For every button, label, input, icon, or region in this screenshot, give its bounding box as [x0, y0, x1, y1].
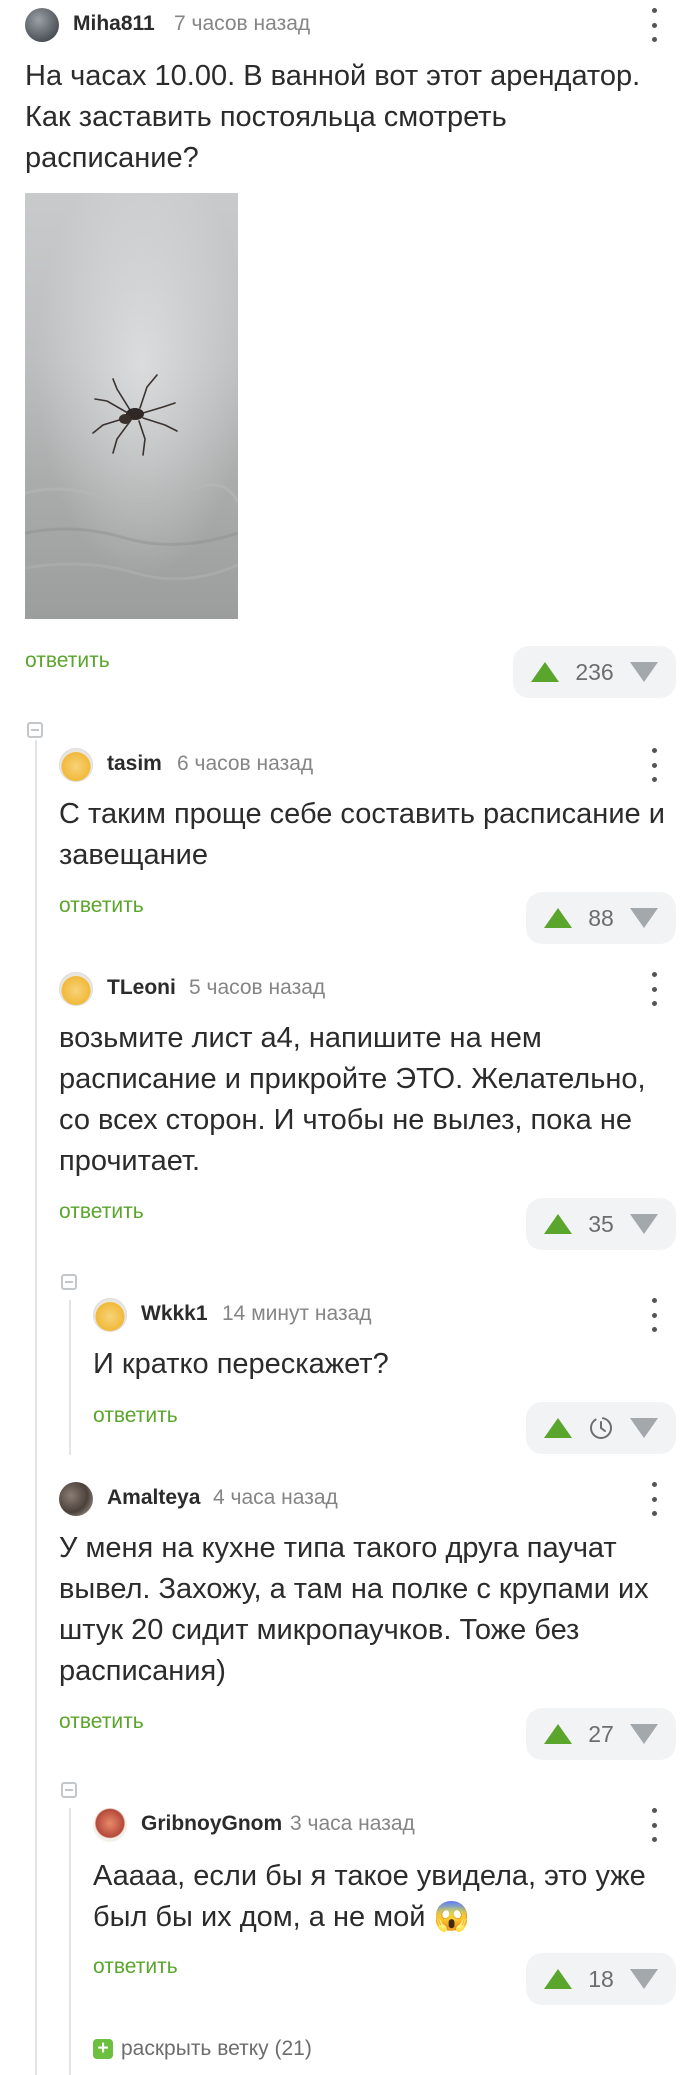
- expand-branch-button[interactable]: + раскрыть ветку (21): [93, 2037, 312, 2061]
- avatar[interactable]: [59, 1482, 93, 1516]
- downvote-icon[interactable]: [630, 1418, 658, 1438]
- avatar[interactable]: [93, 1298, 127, 1332]
- more-menu-icon[interactable]: [642, 972, 666, 1006]
- comment-time: 7 часов назад: [174, 12, 311, 35]
- score: 88: [588, 904, 614, 931]
- comment-author[interactable]: GribnoyGnom: [141, 1812, 282, 1836]
- spider-image: [25, 193, 238, 619]
- expand-branch-label: раскрыть ветку (21): [121, 2037, 312, 2060]
- vote-widget: 88: [526, 892, 676, 944]
- vote-widget: 18: [526, 1953, 676, 2005]
- vote-widget: [526, 1402, 676, 1454]
- downvote-icon[interactable]: [630, 1969, 658, 1989]
- collapse-thread-icon[interactable]: [61, 1782, 77, 1798]
- comment-time: 6 часов назад: [177, 752, 314, 775]
- upvote-icon[interactable]: [544, 1214, 572, 1234]
- comment-time: 5 часов назад: [189, 976, 326, 999]
- comment-text: возьмите лист а4, напишите на нем распис…: [59, 1022, 646, 1177]
- avatar[interactable]: [93, 1808, 127, 1842]
- comment-text: Ааааа, если бы я такое увидела, это уже …: [93, 1860, 646, 1933]
- reply-link[interactable]: ответить: [59, 1200, 144, 1224]
- reply-link[interactable]: ответить: [59, 1710, 144, 1734]
- score: 18: [588, 1965, 614, 1992]
- more-menu-icon[interactable]: [642, 8, 666, 42]
- downvote-icon[interactable]: [630, 1724, 658, 1744]
- avatar[interactable]: [59, 972, 93, 1006]
- vote-widget: 236: [513, 646, 676, 698]
- comment-time: 3 часа назад: [290, 1812, 415, 1835]
- reply-link[interactable]: ответить: [93, 1404, 178, 1428]
- thread-line: [35, 740, 37, 2075]
- collapse-thread-icon[interactable]: [27, 722, 43, 738]
- vote-widget: 35: [526, 1198, 676, 1250]
- avatar[interactable]: [25, 8, 59, 42]
- vote-widget: 27: [526, 1708, 676, 1760]
- more-menu-icon[interactable]: [642, 748, 666, 782]
- comment-text: У меня на кухне типа такого друга паучат…: [59, 1532, 649, 1687]
- comment-time: 14 минут назад: [222, 1302, 372, 1325]
- avatar[interactable]: [59, 748, 93, 782]
- thread-line: [69, 1300, 71, 1455]
- clock-pending-icon: [590, 1417, 612, 1439]
- comment-author[interactable]: Miha811: [73, 12, 155, 36]
- spider-photo[interactable]: [25, 193, 238, 619]
- plus-icon: +: [93, 2039, 113, 2059]
- downvote-icon[interactable]: [630, 1214, 658, 1234]
- upvote-icon[interactable]: [544, 1969, 572, 1989]
- comment-author[interactable]: tasim: [107, 752, 162, 776]
- reply-link[interactable]: ответить: [25, 649, 110, 673]
- comment-text: На часах 10.00. В ванной вот этот аренда…: [25, 60, 641, 174]
- score: 236: [575, 658, 614, 685]
- upvote-icon[interactable]: [544, 908, 572, 928]
- upvote-icon[interactable]: [544, 1724, 572, 1744]
- downvote-icon[interactable]: [630, 662, 658, 682]
- more-menu-icon[interactable]: [642, 1808, 666, 1842]
- upvote-icon[interactable]: [531, 662, 559, 682]
- score: 27: [588, 1720, 614, 1747]
- comment-time: 4 часа назад: [213, 1486, 338, 1509]
- collapse-thread-icon[interactable]: [61, 1274, 77, 1290]
- score: 35: [588, 1210, 614, 1237]
- upvote-icon[interactable]: [544, 1418, 572, 1438]
- comment-author[interactable]: Wkkk1: [141, 1302, 208, 1326]
- reply-link[interactable]: ответить: [93, 1955, 178, 1979]
- reply-link[interactable]: ответить: [59, 894, 144, 918]
- comment-author[interactable]: Amalteya: [107, 1486, 200, 1510]
- more-menu-icon[interactable]: [642, 1298, 666, 1332]
- thread-line: [69, 1808, 71, 2075]
- comment-text: С таким проще себе составить расписание …: [59, 798, 665, 871]
- more-menu-icon[interactable]: [642, 1482, 666, 1516]
- comment-text: И кратко перескажет?: [93, 1348, 389, 1380]
- comment-author[interactable]: TLeoni: [107, 976, 176, 1000]
- downvote-icon[interactable]: [630, 908, 658, 928]
